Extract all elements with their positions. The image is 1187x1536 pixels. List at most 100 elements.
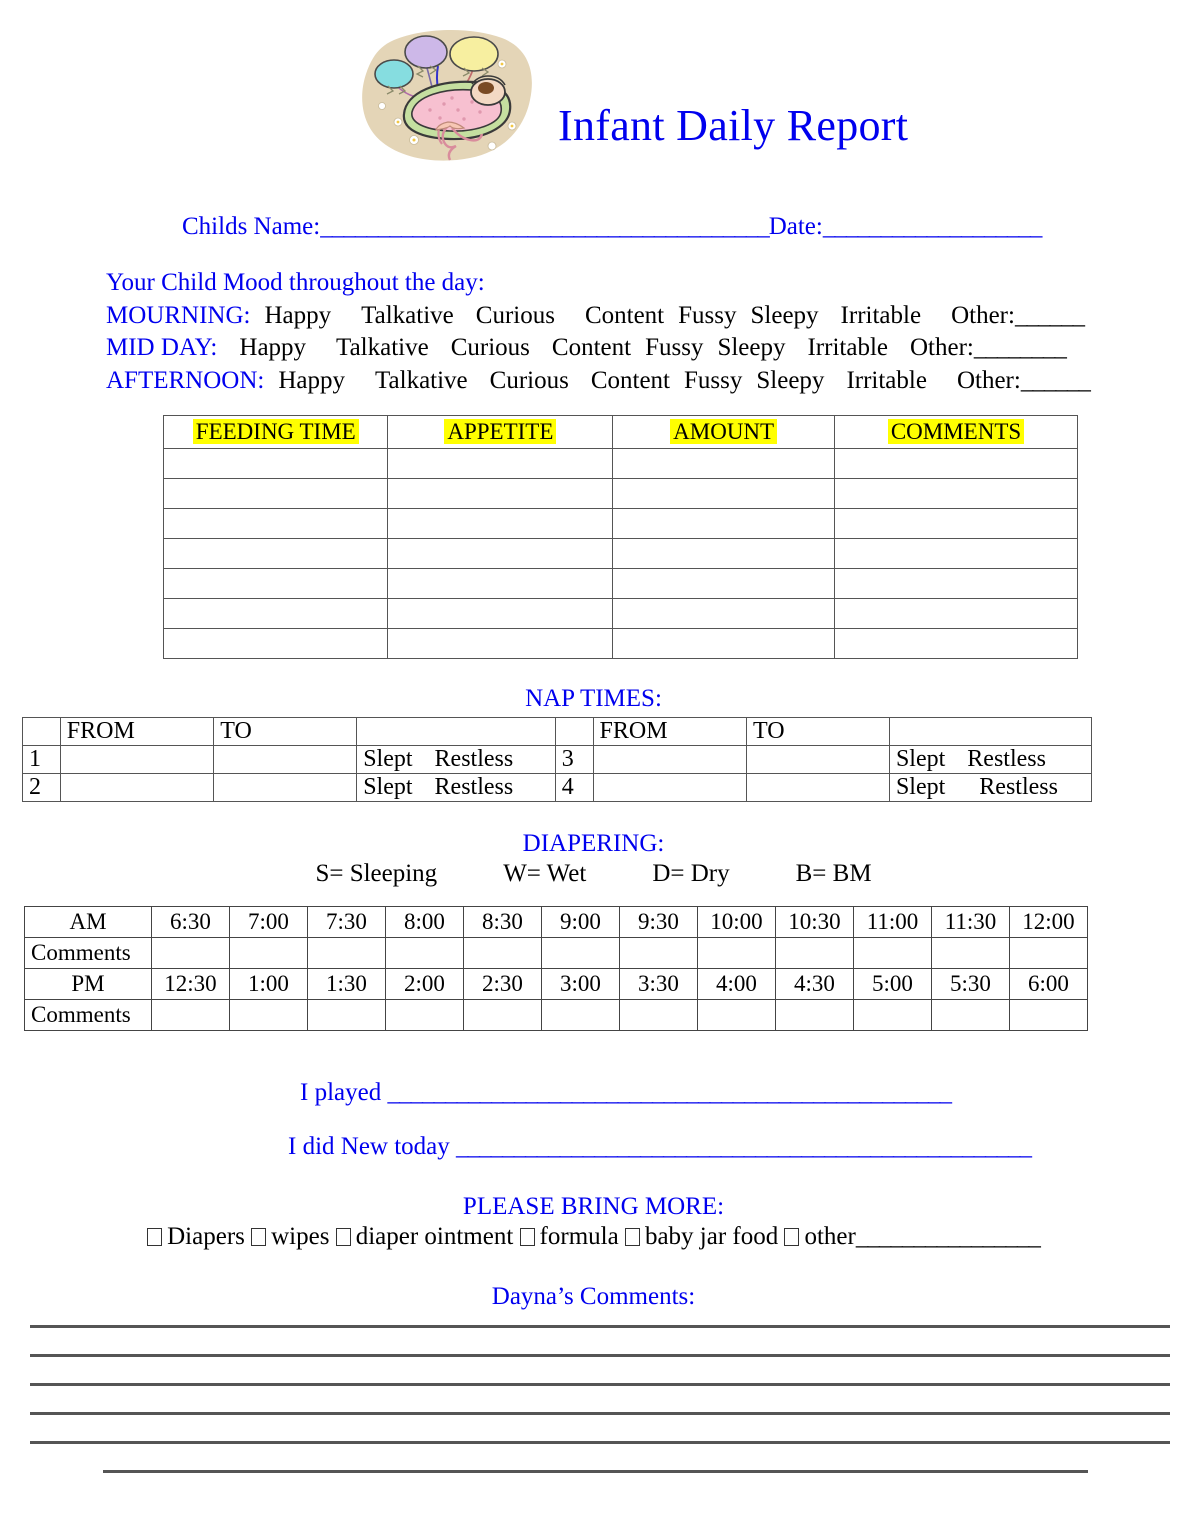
mood-other-input[interactable]: ________ (974, 334, 1067, 361)
checkbox-icon[interactable] (251, 1228, 267, 1246)
nap-state-3[interactable]: Slept Restless (888, 745, 1093, 774)
bring-item-diapers[interactable]: Diapers (167, 1223, 245, 1250)
nap-from-input-1[interactable] (59, 745, 215, 774)
mood-option-talkative[interactable]: Talkative (375, 367, 468, 394)
feeding-cell-fc4[interactable] (834, 598, 1078, 629)
comment-line[interactable] (103, 1470, 1088, 1473)
diaper-am-comments-cell[interactable] (463, 937, 542, 969)
bring-other-input[interactable]: ________________ (856, 1223, 1041, 1250)
feeding-cell-fc1[interactable] (162, 568, 389, 599)
feeding-cell-fc2[interactable] (387, 628, 614, 659)
mood-other-input[interactable]: ______ (1021, 367, 1091, 394)
feeding-cell-fc3[interactable] (612, 598, 835, 629)
nap-from-input-3[interactable] (592, 745, 748, 774)
feeding-cell-fc1[interactable] (162, 628, 389, 659)
mood-option-content[interactable]: Content (585, 302, 664, 329)
nap-to-input-2[interactable] (213, 773, 358, 802)
played-input[interactable]: ________________________________________… (387, 1079, 951, 1106)
diaper-am-comments-cell[interactable] (151, 937, 230, 969)
feeding-cell-fc3[interactable] (612, 538, 835, 569)
diaper-am-comments-cell[interactable] (229, 937, 308, 969)
feeding-cell-fc4[interactable] (834, 508, 1078, 539)
diaper-am-comments-cell[interactable] (853, 937, 932, 969)
diaper-am-comments-cell[interactable] (775, 937, 854, 969)
comment-line[interactable] (30, 1383, 1170, 1386)
feeding-cell-fc4[interactable] (834, 538, 1078, 569)
feeding-cell-fc1[interactable] (162, 508, 389, 539)
mood-other-input[interactable]: ______ (1015, 302, 1085, 329)
mood-option-curious[interactable]: Curious (490, 367, 569, 394)
bring-item-baby-jar-food[interactable]: baby jar food (645, 1223, 778, 1250)
mood-option-sleepy[interactable]: Sleepy (756, 367, 824, 394)
mood-option-sleepy[interactable]: Sleepy (751, 302, 819, 329)
comment-line[interactable] (30, 1412, 1170, 1415)
checkbox-icon[interactable] (335, 1228, 351, 1246)
mood-option-curious[interactable]: Curious (451, 334, 530, 361)
feeding-cell-fc3[interactable] (612, 568, 835, 599)
mood-option-content[interactable]: Content (591, 367, 670, 394)
feeding-cell-fc4[interactable] (834, 568, 1078, 599)
feeding-cell-fc3[interactable] (612, 508, 835, 539)
checkbox-icon[interactable] (624, 1228, 640, 1246)
feeding-cell-fc1[interactable] (162, 598, 389, 629)
diaper-pm-comments-cell[interactable] (307, 999, 386, 1031)
feeding-cell-fc2[interactable] (387, 538, 614, 569)
feeding-cell-fc2[interactable] (387, 568, 614, 599)
mood-option-irritable[interactable]: Irritable (846, 367, 927, 394)
feeding-cell-fc1[interactable] (162, 538, 389, 569)
mood-option-fussy[interactable]: Fussy (645, 334, 703, 361)
mood-option-talkative[interactable]: Talkative (361, 302, 454, 329)
comment-line[interactable] (30, 1325, 1170, 1328)
feeding-cell-fc2[interactable] (387, 448, 614, 479)
diaper-am-comments-cell[interactable] (619, 937, 698, 969)
new-today-input[interactable]: ________________________________________… (456, 1133, 1032, 1160)
comment-line[interactable] (30, 1354, 1170, 1357)
nap-to-input-1[interactable] (213, 745, 358, 774)
child-name-input[interactable]: _______________________________________ (320, 213, 769, 240)
mood-option-sleepy[interactable]: Sleepy (717, 334, 785, 361)
diaper-am-comments-cell[interactable] (931, 937, 1010, 969)
feeding-cell-fc1[interactable] (162, 448, 389, 479)
feeding-cell-fc4[interactable] (834, 628, 1078, 659)
diaper-am-comments-cell[interactable] (307, 937, 386, 969)
feeding-cell-fc1[interactable] (162, 478, 389, 509)
diaper-pm-comments-cell[interactable] (775, 999, 854, 1031)
nap-to-input-4[interactable] (746, 773, 890, 802)
mood-option-content[interactable]: Content (552, 334, 631, 361)
mood-option-fussy[interactable]: Fussy (684, 367, 742, 394)
diaper-pm-comments-cell[interactable] (619, 999, 698, 1031)
checkbox-icon[interactable] (147, 1228, 163, 1246)
nap-state-2[interactable]: Slept Restless (356, 773, 556, 802)
mood-option-talkative[interactable]: Talkative (336, 334, 429, 361)
bring-item-wipes[interactable]: wipes (271, 1223, 329, 1250)
mood-option-curious[interactable]: Curious (476, 302, 555, 329)
mood-option-irritable[interactable]: Irritable (807, 334, 888, 361)
diaper-pm-comments-cell[interactable] (1009, 999, 1088, 1031)
diaper-pm-comments-cell[interactable] (151, 999, 230, 1031)
feeding-cell-fc3[interactable] (612, 448, 835, 479)
comment-line[interactable] (30, 1441, 1170, 1444)
mood-option-fussy[interactable]: Fussy (678, 302, 736, 329)
bring-item-other[interactable]: other (804, 1223, 855, 1250)
diaper-pm-comments-cell[interactable] (385, 999, 464, 1031)
feeding-cell-fc3[interactable] (612, 628, 835, 659)
checkbox-icon[interactable] (784, 1228, 800, 1246)
diaper-am-comments-cell[interactable] (385, 937, 464, 969)
diaper-pm-comments-cell[interactable] (541, 999, 620, 1031)
diaper-am-comments-cell[interactable] (541, 937, 620, 969)
bring-item-formula[interactable]: formula (540, 1223, 619, 1250)
feeding-cell-fc2[interactable] (387, 598, 614, 629)
nap-from-input-4[interactable] (592, 773, 748, 802)
mood-option-happy[interactable]: Happy (264, 302, 331, 329)
nap-state-4[interactable]: Slept Restless (888, 773, 1093, 802)
nap-state-1[interactable]: Slept Restless (356, 745, 556, 774)
diaper-pm-comments-cell[interactable] (931, 999, 1010, 1031)
feeding-cell-fc2[interactable] (387, 478, 614, 509)
mood-option-happy[interactable]: Happy (239, 334, 306, 361)
checkbox-icon[interactable] (519, 1228, 535, 1246)
bring-item-ointment[interactable]: diaper ointment (356, 1223, 514, 1250)
nap-from-input-2[interactable] (59, 773, 215, 802)
feeding-cell-fc3[interactable] (612, 478, 835, 509)
diaper-am-comments-cell[interactable] (697, 937, 776, 969)
nap-to-input-3[interactable] (746, 745, 890, 774)
